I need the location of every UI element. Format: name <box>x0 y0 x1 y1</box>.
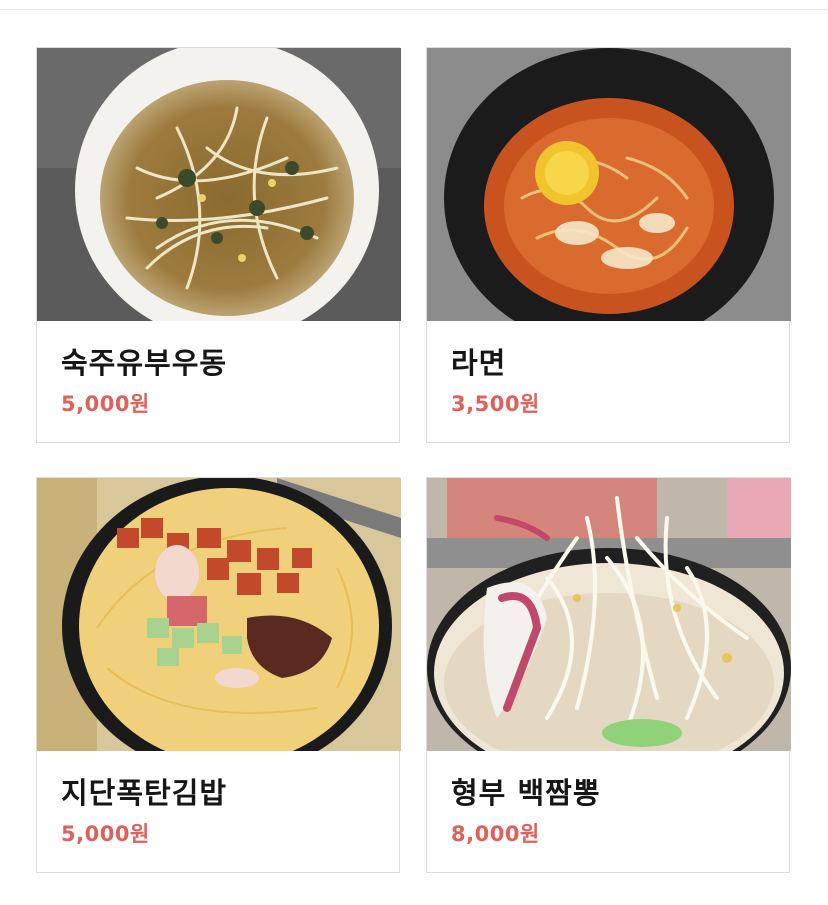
menu-card-jjamppong[interactable]: 형부 백짬뽕 8,000원 <box>426 477 791 873</box>
menu-item-price: 8,000원 <box>451 822 540 846</box>
menu-item-name: 숙주유부우동 <box>61 346 228 380</box>
menu-item-name: 형부 백짬뽕 <box>451 776 601 810</box>
food-photo <box>37 48 401 321</box>
food-photo <box>37 478 401 751</box>
menu-item-price: 5,000원 <box>61 392 150 416</box>
menu-item-name: 지단폭탄김밥 <box>61 776 228 810</box>
menu-card-ramyeon[interactable]: 라면 3,500원 <box>426 47 791 443</box>
food-photo <box>427 48 791 321</box>
menu-item-price: 5,000원 <box>61 822 150 846</box>
top-divider <box>0 9 828 10</box>
food-photo <box>427 478 791 751</box>
menu-item-name: 라면 <box>451 346 507 380</box>
menu-item-price: 3,500원 <box>451 392 540 416</box>
menu-card-kimbap[interactable]: 지단폭탄김밥 5,000원 <box>36 477 401 873</box>
menu-card-udon[interactable]: 숙주유부우동 5,000원 <box>36 47 401 443</box>
